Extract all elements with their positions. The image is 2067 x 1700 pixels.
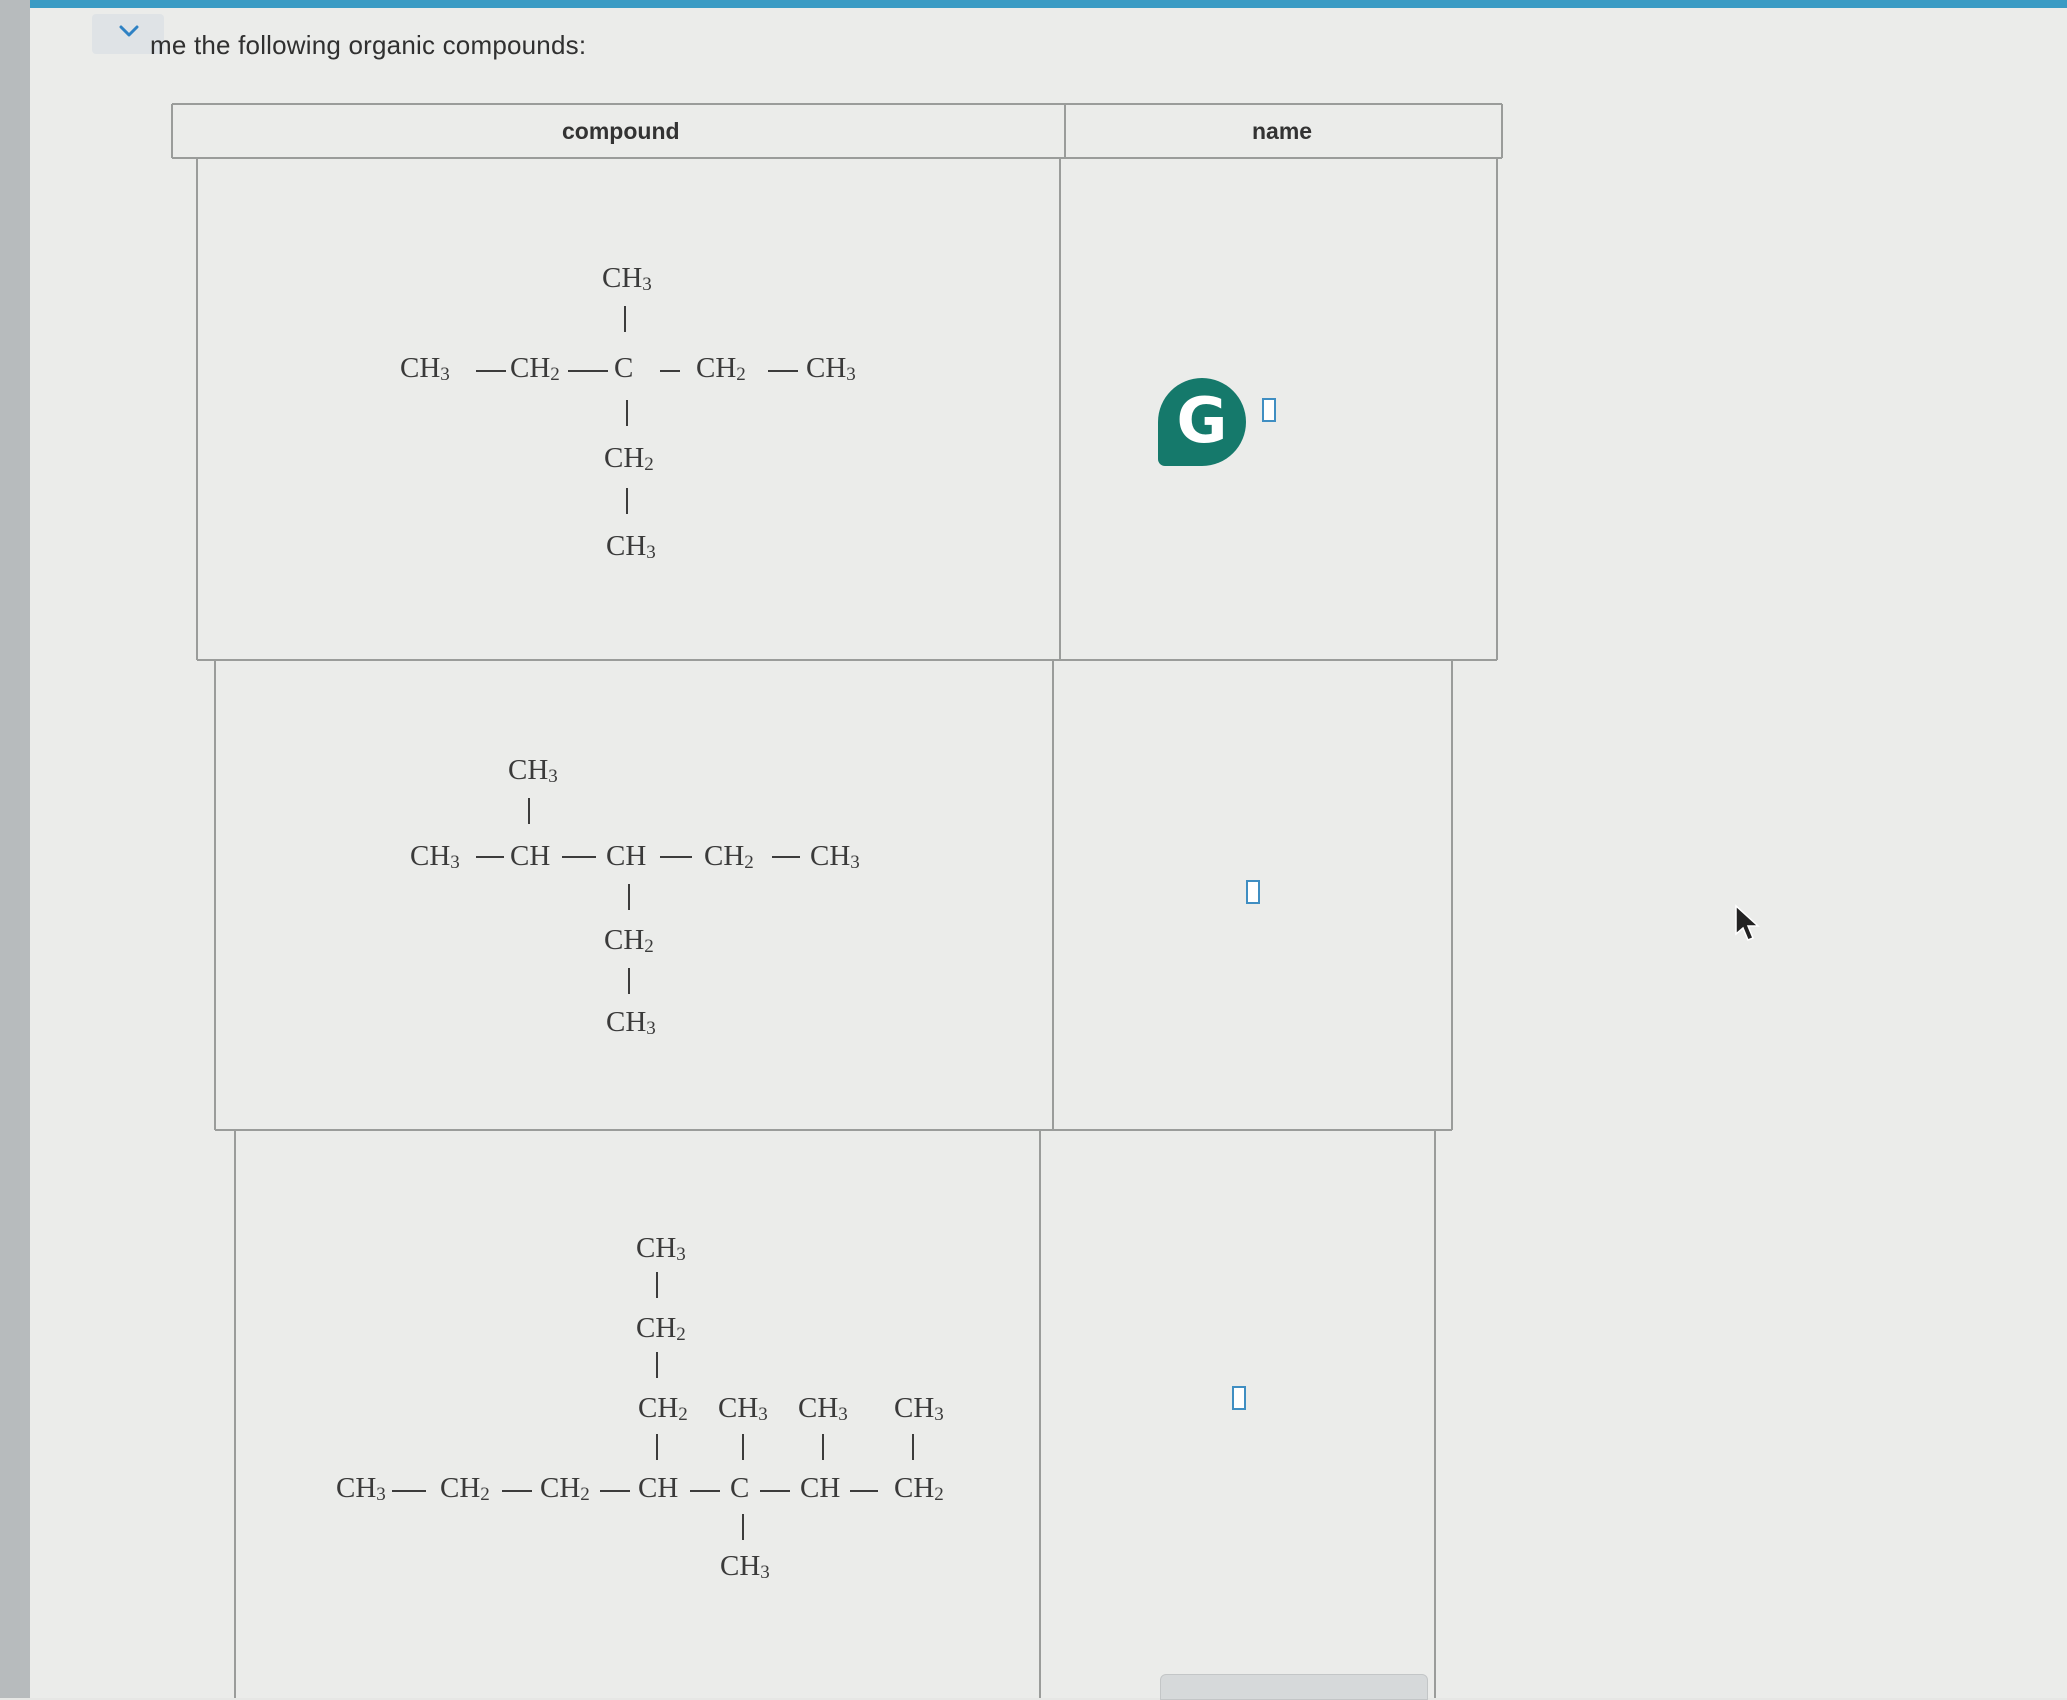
atom-label: C [730,1472,750,1504]
bond-vertical [656,1434,658,1460]
atom-label: CH2 [510,352,560,385]
bond-vertical [626,488,628,514]
atom-label: CH2 [638,1392,688,1425]
atom-label: CH2 [540,1472,590,1505]
atom-label: CH3 [606,1006,656,1039]
bond-horizontal [600,1490,630,1492]
atom-label: CH3 [894,1392,944,1425]
bond-vertical [656,1352,658,1378]
atom-label: CH3 [810,840,860,873]
atom-label: CH3 [798,1392,848,1425]
atom-label: CH2 [704,840,754,873]
name-answer-input-3[interactable] [1232,1386,1246,1410]
atom-label: CH3 [400,352,450,385]
atom-label: CH2 [604,924,654,957]
bond-horizontal [768,370,798,372]
bond-horizontal [476,856,504,858]
atom-label: CH2 [894,1472,944,1505]
atom-label: CH2 [636,1312,686,1345]
atom-label: CH3 [718,1392,768,1425]
bond-horizontal [660,370,680,372]
bond-horizontal [850,1490,878,1492]
bond-horizontal [392,1490,426,1492]
bond-vertical [528,798,530,824]
bond-horizontal [660,856,692,858]
atom-label: CH2 [604,442,654,475]
name-answer-input-2[interactable] [1246,880,1260,904]
atom-label: C [614,352,634,384]
column-header-compound: compound [562,118,680,144]
atom-label: CH3 [636,1232,686,1265]
bond-vertical [628,968,630,994]
bond-horizontal [476,370,506,372]
bond-vertical [656,1272,658,1298]
bond-vertical [822,1434,824,1460]
top-accent-bar [0,0,2067,8]
name-answer-input-1[interactable] [1262,398,1276,422]
bond-horizontal [690,1490,720,1492]
atom-label: CH [510,840,551,872]
atom-label: CH3 [606,530,656,563]
bond-horizontal [772,856,800,858]
atom-label: CH [800,1472,841,1504]
bond-horizontal [568,370,608,372]
bottom-tab-stub [1160,1674,1428,1700]
bond-vertical [912,1434,914,1460]
atom-label: CH3 [508,754,558,787]
bond-horizontal [502,1490,532,1492]
bond-vertical [742,1434,744,1460]
atom-label: CH3 [602,262,652,295]
bond-vertical [624,306,626,332]
mouse-pointer-icon [1735,904,1760,941]
bond-horizontal [760,1490,790,1492]
atom-label: CH2 [696,352,746,385]
atom-label: CH [638,1472,679,1504]
column-header-name: name [1252,118,1313,144]
bond-horizontal [562,856,596,858]
atom-label: CH [606,840,647,872]
bond-vertical [742,1514,744,1540]
question-prompt: me the following organic compounds: [150,30,587,60]
atom-label: CH3 [806,352,856,385]
atom-label: CH3 [720,1550,770,1583]
chevron-down-icon [119,25,139,37]
grammarly-icon[interactable]: G [1158,378,1246,466]
atom-label: CH3 [336,1472,386,1505]
grammarly-letter: G [1176,384,1228,457]
page-background [30,8,2067,1698]
left-page-edge [0,0,30,1698]
bond-vertical [628,884,630,910]
atom-label: CH2 [440,1472,490,1505]
bond-vertical [626,400,628,426]
atom-label: CH3 [410,840,460,873]
